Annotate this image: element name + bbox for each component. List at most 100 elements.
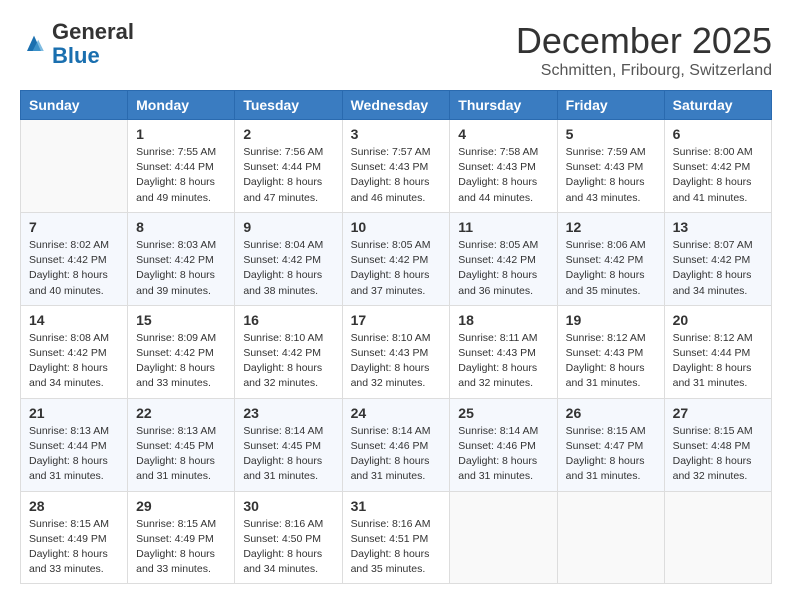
day-number: 18 — [458, 312, 548, 328]
day-info: Sunrise: 7:59 AMSunset: 4:43 PMDaylight:… — [566, 145, 656, 206]
day-info: Sunrise: 7:57 AMSunset: 4:43 PMDaylight:… — [351, 145, 442, 206]
day-number: 4 — [458, 126, 548, 142]
day-info: Sunrise: 8:14 AMSunset: 4:45 PMDaylight:… — [243, 424, 333, 485]
calendar-day-cell: 23Sunrise: 8:14 AMSunset: 4:45 PMDayligh… — [235, 398, 342, 491]
calendar-header-row: SundayMondayTuesdayWednesdayThursdayFrid… — [21, 91, 772, 120]
day-number: 19 — [566, 312, 656, 328]
day-info: Sunrise: 8:13 AMSunset: 4:45 PMDaylight:… — [136, 424, 226, 485]
calendar-header-friday: Friday — [557, 91, 664, 120]
calendar-week-row: 21 Sunrise: 8:13 AMSunset: 4:44 PMDayligh… — [21, 398, 772, 491]
day-number: 3 — [351, 126, 442, 142]
day-info: Sunrise: 8:08 AMSunset: 4:42 PMDaylight:… — [29, 331, 119, 392]
day-info: Sunrise: 8:16 AMSunset: 4:51 PMDaylight:… — [351, 517, 442, 578]
calendar-day-cell: 10 Sunrise: 8:05 AMSunset: 4:42 PMDayligh… — [342, 212, 450, 305]
day-info: Sunrise: 8:02 AMSunset: 4:42 PMDaylight:… — [29, 238, 119, 299]
day-number: 22 — [136, 405, 226, 421]
day-number: 29 — [136, 498, 226, 514]
calendar-day-cell: 17 Sunrise: 8:10 AMSunset: 4:43 PMDayligh… — [342, 305, 450, 398]
calendar-day-cell — [450, 491, 557, 584]
day-number: 31 — [351, 498, 442, 514]
calendar-day-cell: 13 Sunrise: 8:07 AMSunset: 4:42 PMDayligh… — [664, 212, 771, 305]
calendar-day-cell: 14 Sunrise: 8:08 AMSunset: 4:42 PMDayligh… — [21, 305, 128, 398]
day-number: 1 — [136, 126, 226, 142]
day-number: 27 — [673, 405, 763, 421]
calendar-day-cell: 15 Sunrise: 8:09 AMSunset: 4:42 PMDayligh… — [128, 305, 235, 398]
day-info: Sunrise: 8:10 AMSunset: 4:42 PMDaylight:… — [243, 331, 333, 392]
day-info: Sunrise: 7:55 AMSunset: 4:44 PMDaylight:… — [136, 145, 226, 206]
day-info: Sunrise: 8:06 AMSunset: 4:42 PMDaylight:… — [566, 238, 656, 299]
calendar-day-cell: 21 Sunrise: 8:13 AMSunset: 4:44 PMDayligh… — [21, 398, 128, 491]
calendar-day-cell: 28 Sunrise: 8:15 AMSunset: 4:49 PMDayligh… — [21, 491, 128, 584]
day-number: 9 — [243, 219, 333, 235]
calendar-day-cell: 3 Sunrise: 7:57 AMSunset: 4:43 PMDaylight… — [342, 120, 450, 213]
day-info: Sunrise: 8:04 AMSunset: 4:42 PMDaylight:… — [243, 238, 333, 299]
title-block: December 2025 Schmitten, Fribourg, Switz… — [516, 20, 772, 80]
day-info: Sunrise: 8:15 AMSunset: 4:49 PMDaylight:… — [29, 517, 119, 578]
calendar-week-row: 7 Sunrise: 8:02 AMSunset: 4:42 PMDaylight… — [21, 212, 772, 305]
calendar-day-cell: 1 Sunrise: 7:55 AMSunset: 4:44 PMDaylight… — [128, 120, 235, 213]
calendar-day-cell: 24Sunrise: 8:14 AMSunset: 4:46 PMDayligh… — [342, 398, 450, 491]
calendar-header-monday: Monday — [128, 91, 235, 120]
logo-icon — [20, 30, 48, 58]
day-info: Sunrise: 8:13 AMSunset: 4:44 PMDaylight:… — [29, 424, 119, 485]
day-number: 11 — [458, 219, 548, 235]
day-info: Sunrise: 8:09 AMSunset: 4:42 PMDaylight:… — [136, 331, 226, 392]
calendar-week-row: 14 Sunrise: 8:08 AMSunset: 4:42 PMDayligh… — [21, 305, 772, 398]
calendar-header-wednesday: Wednesday — [342, 91, 450, 120]
day-info: Sunrise: 8:00 AMSunset: 4:42 PMDaylight:… — [673, 145, 763, 206]
day-info: Sunrise: 8:14 AMSunset: 4:46 PMDaylight:… — [458, 424, 548, 485]
calendar-day-cell: 19 Sunrise: 8:12 AMSunset: 4:43 PMDayligh… — [557, 305, 664, 398]
day-info: Sunrise: 8:10 AMSunset: 4:43 PMDaylight:… — [351, 331, 442, 392]
calendar-day-cell: 6Sunrise: 8:00 AMSunset: 4:42 PMDaylight… — [664, 120, 771, 213]
day-info: Sunrise: 8:07 AMSunset: 4:42 PMDaylight:… — [673, 238, 763, 299]
day-number: 24 — [351, 405, 442, 421]
day-number: 26 — [566, 405, 656, 421]
day-number: 25 — [458, 405, 548, 421]
day-number: 7 — [29, 219, 119, 235]
calendar-day-cell: 12Sunrise: 8:06 AMSunset: 4:42 PMDayligh… — [557, 212, 664, 305]
calendar-day-cell — [664, 491, 771, 584]
month-title: December 2025 — [516, 20, 772, 62]
day-info: Sunrise: 8:05 AMSunset: 4:42 PMDaylight:… — [351, 238, 442, 299]
day-number: 17 — [351, 312, 442, 328]
calendar-day-cell: 7 Sunrise: 8:02 AMSunset: 4:42 PMDaylight… — [21, 212, 128, 305]
calendar-week-row: 1 Sunrise: 7:55 AMSunset: 4:44 PMDaylight… — [21, 120, 772, 213]
calendar-day-cell: 2 Sunrise: 7:56 AMSunset: 4:44 PMDaylight… — [235, 120, 342, 213]
day-info: Sunrise: 8:12 AMSunset: 4:44 PMDaylight:… — [673, 331, 763, 392]
day-info: Sunrise: 8:16 AMSunset: 4:50 PMDaylight:… — [243, 517, 333, 578]
calendar-day-cell: 9 Sunrise: 8:04 AMSunset: 4:42 PMDaylight… — [235, 212, 342, 305]
calendar-day-cell: 11 Sunrise: 8:05 AMSunset: 4:42 PMDayligh… — [450, 212, 557, 305]
location-subtitle: Schmitten, Fribourg, Switzerland — [516, 62, 772, 80]
calendar-day-cell: 31 Sunrise: 8:16 AMSunset: 4:51 PMDayligh… — [342, 491, 450, 584]
day-number: 28 — [29, 498, 119, 514]
calendar-day-cell: 30 Sunrise: 8:16 AMSunset: 4:50 PMDayligh… — [235, 491, 342, 584]
logo-text: General Blue — [52, 20, 134, 68]
calendar-day-cell: 25 Sunrise: 8:14 AMSunset: 4:46 PMDayligh… — [450, 398, 557, 491]
calendar-day-cell: 29 Sunrise: 8:15 AMSunset: 4:49 PMDayligh… — [128, 491, 235, 584]
day-number: 10 — [351, 219, 442, 235]
day-number: 2 — [243, 126, 333, 142]
day-info: Sunrise: 8:11 AMSunset: 4:43 PMDaylight:… — [458, 331, 548, 392]
calendar-day-cell: 8Sunrise: 8:03 AMSunset: 4:42 PMDaylight… — [128, 212, 235, 305]
day-number: 20 — [673, 312, 763, 328]
page-header: General Blue December 2025 Schmitten, Fr… — [20, 20, 772, 80]
day-info: Sunrise: 7:56 AMSunset: 4:44 PMDaylight:… — [243, 145, 333, 206]
day-info: Sunrise: 8:15 AMSunset: 4:49 PMDaylight:… — [136, 517, 226, 578]
calendar-day-cell: 16 Sunrise: 8:10 AMSunset: 4:42 PMDayligh… — [235, 305, 342, 398]
calendar-header-tuesday: Tuesday — [235, 91, 342, 120]
day-info: Sunrise: 8:05 AMSunset: 4:42 PMDaylight:… — [458, 238, 548, 299]
day-number: 5 — [566, 126, 656, 142]
day-number: 16 — [243, 312, 333, 328]
calendar-header-sunday: Sunday — [21, 91, 128, 120]
day-number: 15 — [136, 312, 226, 328]
day-info: Sunrise: 8:12 AMSunset: 4:43 PMDaylight:… — [566, 331, 656, 392]
calendar-day-cell: 4Sunrise: 7:58 AMSunset: 4:43 PMDaylight… — [450, 120, 557, 213]
day-number: 30 — [243, 498, 333, 514]
day-number: 21 — [29, 405, 119, 421]
day-info: Sunrise: 8:03 AMSunset: 4:42 PMDaylight:… — [136, 238, 226, 299]
calendar-day-cell: 20 Sunrise: 8:12 AMSunset: 4:44 PMDayligh… — [664, 305, 771, 398]
calendar-day-cell — [21, 120, 128, 213]
calendar-header-thursday: Thursday — [450, 91, 557, 120]
day-number: 14 — [29, 312, 119, 328]
day-number: 13 — [673, 219, 763, 235]
